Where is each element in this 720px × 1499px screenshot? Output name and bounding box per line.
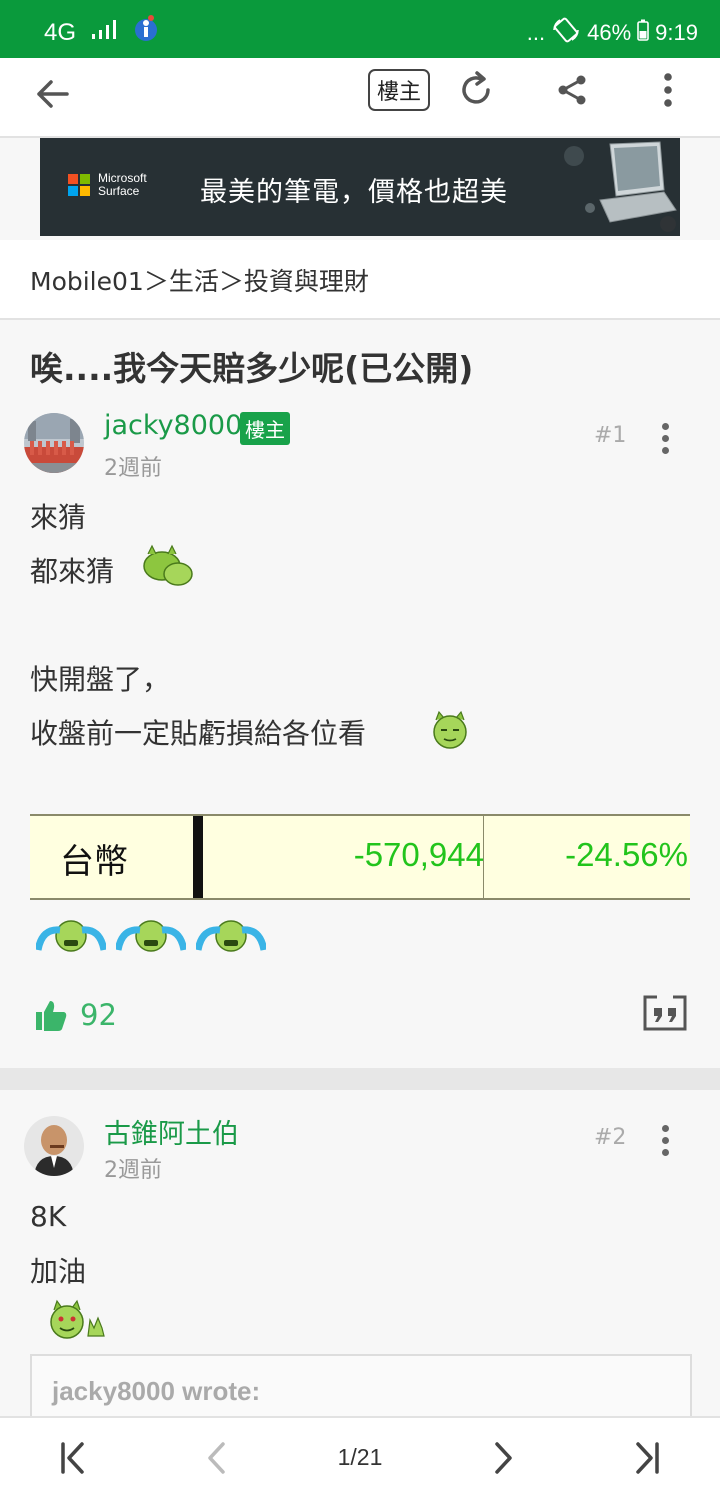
smiley-emoji-icon — [143, 544, 193, 586]
previous-page-button[interactable] — [196, 1436, 236, 1480]
breadcrumb: Mobile01＞生活＞投資與理財 — [0, 240, 720, 320]
microsoft-surface-logo: Microsoft Surface — [68, 172, 147, 198]
dot-icon — [661, 1125, 669, 1132]
ad-brand-line2: Surface — [98, 184, 140, 198]
chevron-right-icon — [495, 1442, 512, 1474]
column-divider — [483, 816, 484, 898]
post-menu-button[interactable] — [660, 423, 670, 454]
avatar[interactable] — [24, 1116, 84, 1176]
post-time: 2週前 — [104, 1158, 162, 1183]
refresh-button[interactable] — [454, 68, 498, 112]
more-options-button[interactable] — [650, 68, 686, 112]
smirk-emoji-icon — [433, 710, 467, 749]
network-indicator: 4G — [44, 18, 77, 46]
clock: 9:19 — [655, 20, 698, 45]
first-page-button[interactable] — [52, 1436, 92, 1480]
quote-reply-button[interactable] — [640, 990, 690, 1034]
share-icon — [558, 75, 586, 105]
loss-percent: -24.56% — [565, 836, 688, 873]
post-username[interactable]: 古錐阿土伯 — [104, 1112, 239, 1151]
more-notifications: ... — [526, 20, 546, 45]
chevron-left-icon — [208, 1442, 225, 1474]
microsoft-logo-icon — [68, 174, 90, 196]
owner-only-button[interactable]: 樓主 — [368, 69, 430, 111]
like-button[interactable]: 92 — [32, 998, 117, 1032]
post-menu-button[interactable] — [660, 1125, 670, 1156]
last-page-icon — [636, 1442, 659, 1474]
kebab-menu-icon — [664, 73, 672, 107]
post-line: 8K — [30, 1200, 67, 1233]
laptop-image — [564, 141, 677, 232]
breadcrumb-text[interactable]: Mobile01＞生活＞投資與理財 — [30, 262, 369, 298]
cheer-emoji-icon — [50, 1299, 105, 1339]
dot-icon — [661, 423, 669, 430]
rotate-icon — [551, 16, 581, 50]
ad-banner[interactable]: Microsoft Surface 最美的筆電，價格也超美 — [40, 138, 680, 236]
signal-icon — [90, 18, 120, 47]
pagination-bar: 1/21 — [0, 1416, 720, 1499]
post-number: #2 — [594, 1125, 627, 1150]
avatar[interactable] — [24, 413, 84, 473]
share-button[interactable] — [550, 68, 594, 112]
avatar-image — [24, 1116, 84, 1176]
page-indicator[interactable]: 1/21 — [320, 1444, 400, 1471]
column-separator — [193, 816, 203, 898]
post-line: 快開盤了， — [30, 663, 171, 696]
first-page-icon — [61, 1442, 84, 1474]
post-divider — [0, 1068, 720, 1090]
quote-icon — [643, 992, 687, 1031]
back-button[interactable] — [30, 72, 74, 116]
next-page-button[interactable] — [484, 1436, 524, 1480]
currency-label: 台幣 — [60, 842, 128, 882]
ad-headline: 最美的筆電，價格也超美 — [200, 177, 508, 208]
dot-icon — [661, 435, 669, 442]
arrow-left-icon — [37, 80, 69, 108]
like-count: 92 — [80, 998, 117, 1032]
refresh-icon — [462, 71, 490, 104]
crying-emoji-icon — [116, 920, 186, 952]
battery-percent: 46% — [587, 20, 632, 45]
post-number: #1 — [594, 423, 627, 448]
owner-badge: 樓主 — [240, 412, 290, 445]
status-bar: 4G ... 46% 9:19 — [0, 0, 720, 58]
post-line: 來猜 — [30, 501, 87, 534]
dot-icon — [661, 1137, 669, 1144]
thread-title: 唉....我今天賠多少呢(已公開) — [30, 349, 474, 388]
post-line: 收盤前一定貼虧損給各位看 — [30, 717, 367, 750]
last-page-button[interactable] — [628, 1436, 668, 1480]
thumbs-up-icon — [36, 1001, 67, 1031]
dot-icon — [661, 447, 669, 454]
crying-emoji-icon — [36, 920, 106, 952]
avatar-image — [24, 413, 84, 473]
post-line: 都來猜 — [30, 555, 115, 588]
app-toolbar: 樓主 — [0, 58, 720, 138]
post-line: 加油 — [30, 1255, 87, 1288]
loss-amount: -570,944 — [353, 836, 484, 873]
post-time: 2週前 — [104, 456, 162, 481]
info-app-icon — [134, 14, 158, 51]
dot-icon — [661, 1149, 669, 1156]
post-username[interactable]: jacky8000 — [104, 410, 242, 441]
loss-table-image: 台幣 -570,944 -24.56% — [30, 814, 690, 900]
quote-author: jacky8000 wrote: — [52, 1376, 261, 1406]
crying-emoji-icon — [196, 920, 266, 952]
battery-icon — [637, 19, 649, 47]
